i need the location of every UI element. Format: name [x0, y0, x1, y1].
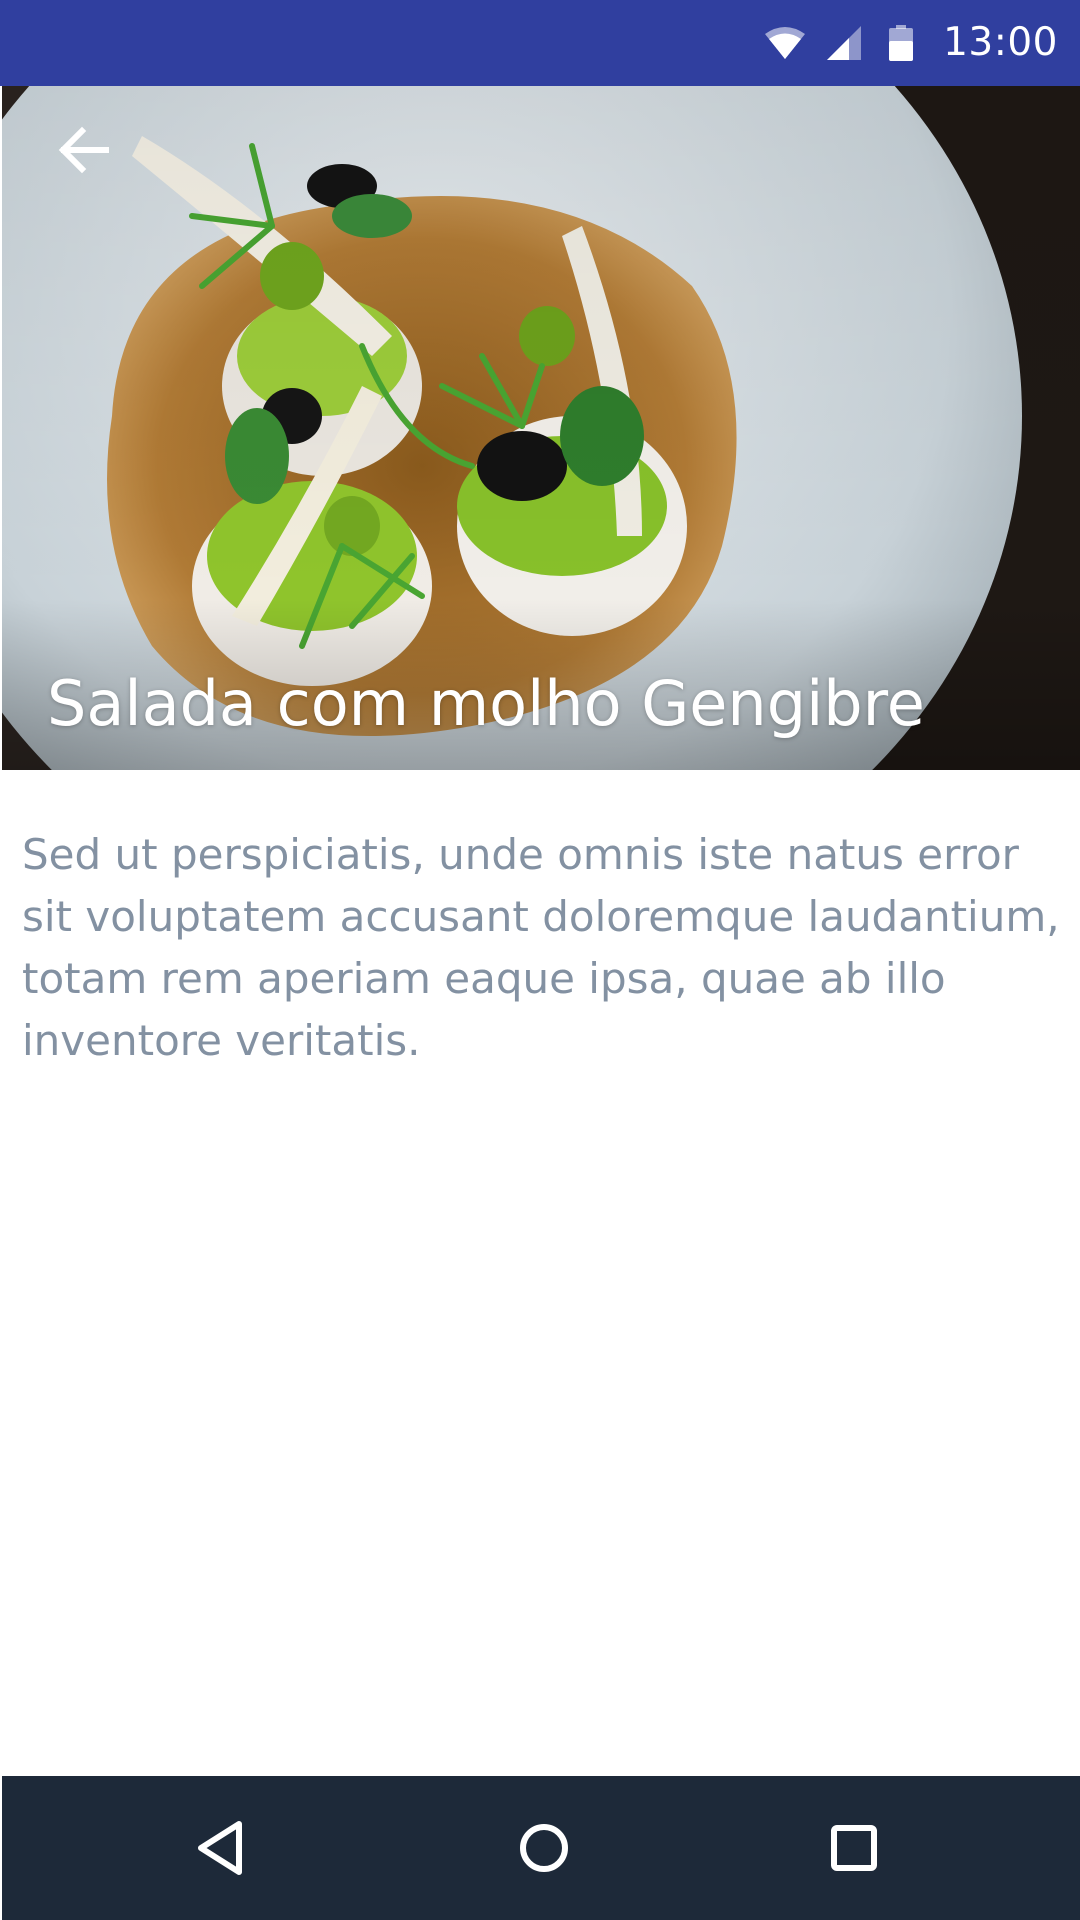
battery-icon	[889, 25, 914, 61]
status-clock: 13:00	[943, 20, 1058, 65]
nav-back-icon	[198, 1821, 242, 1875]
recipe-hero-image: Salada com molho Gengibre	[2, 86, 1080, 770]
back-button[interactable]	[42, 108, 126, 192]
nav-recents-button[interactable]	[774, 1776, 934, 1920]
recipe-description: Sed ut perspiciatis, unde omnis iste nat…	[22, 830, 1060, 1065]
recipe-title: Salada com molho Gengibre	[47, 667, 925, 740]
status-bar: 13:00	[0, 0, 1080, 86]
status-icons: 13:00	[765, 0, 1058, 86]
arrow-left-icon	[58, 126, 109, 174]
nav-back-button[interactable]	[140, 1776, 300, 1920]
nav-home-icon	[520, 1824, 568, 1872]
cell-signal-icon	[827, 26, 862, 60]
nav-recents-icon	[831, 1825, 877, 1871]
system-navigation-bar	[2, 1776, 1080, 1920]
wifi-icon	[765, 27, 806, 59]
recipe-detail-screen: 13:00 Salada com molho Gengibre Sed ut p…	[0, 0, 1080, 1920]
nav-home-button[interactable]	[464, 1776, 624, 1920]
